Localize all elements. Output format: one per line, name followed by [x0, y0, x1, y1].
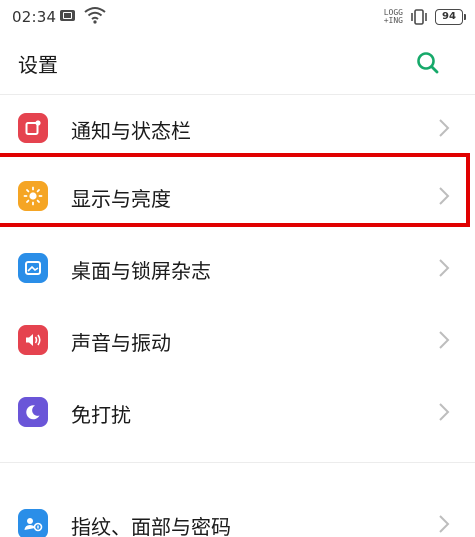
settings-item-security[interactable]: 指纹、面部与密码 — [0, 490, 475, 537]
search-icon[interactable] — [413, 48, 443, 78]
notification-icon — [18, 113, 48, 143]
speaker-icon — [18, 325, 48, 355]
settings-item-do-not-disturb[interactable]: 免打扰 — [0, 378, 475, 446]
page-title: 设置 — [18, 53, 58, 77]
chevron-right-icon — [439, 515, 450, 533]
settings-item-label: 通知与状态栏 — [71, 119, 191, 143]
section-divider — [0, 462, 475, 463]
settings-item-display[interactable]: 显示与亮度 — [0, 162, 475, 230]
sun-icon — [18, 181, 48, 211]
settings-item-notifications[interactable]: 通知与状态栏 — [0, 94, 475, 162]
moon-icon — [18, 397, 48, 427]
network-text-line2: +ING — [383, 16, 403, 25]
settings-item-label: 显示与亮度 — [71, 187, 171, 211]
settings-screen: 02:34 LOGG +ING 94 设置 通知与状态栏 显示与亮度 桌面与锁屏… — [0, 0, 475, 537]
fingerprint-user-icon — [18, 509, 48, 537]
header: 设置 — [0, 34, 475, 92]
status-right-group: LOGG +ING 94 — [384, 6, 466, 28]
chevron-right-icon — [439, 331, 450, 349]
settings-item-label: 指纹、面部与密码 — [71, 515, 231, 537]
vibrate-icon — [411, 9, 427, 25]
battery-icon: 94 — [435, 9, 466, 25]
chevron-right-icon — [439, 259, 450, 277]
wallpaper-icon — [18, 253, 48, 283]
settings-item-label: 桌面与锁屏杂志 — [71, 259, 211, 283]
chevron-right-icon — [439, 187, 450, 205]
settings-item-label: 声音与振动 — [71, 331, 171, 355]
wifi-icon — [84, 7, 106, 24]
status-bar: 02:34 LOGG +ING 94 — [0, 0, 475, 34]
settings-item-sound[interactable]: 声音与振动 — [0, 306, 475, 374]
network-indicator: LOGG +ING — [384, 9, 403, 25]
message-icon — [60, 10, 75, 21]
status-time: 02:34 — [12, 8, 57, 26]
chevron-right-icon — [439, 119, 450, 137]
settings-item-wallpaper[interactable]: 桌面与锁屏杂志 — [0, 234, 475, 302]
chevron-right-icon — [439, 403, 450, 421]
settings-item-label: 免打扰 — [71, 403, 131, 427]
